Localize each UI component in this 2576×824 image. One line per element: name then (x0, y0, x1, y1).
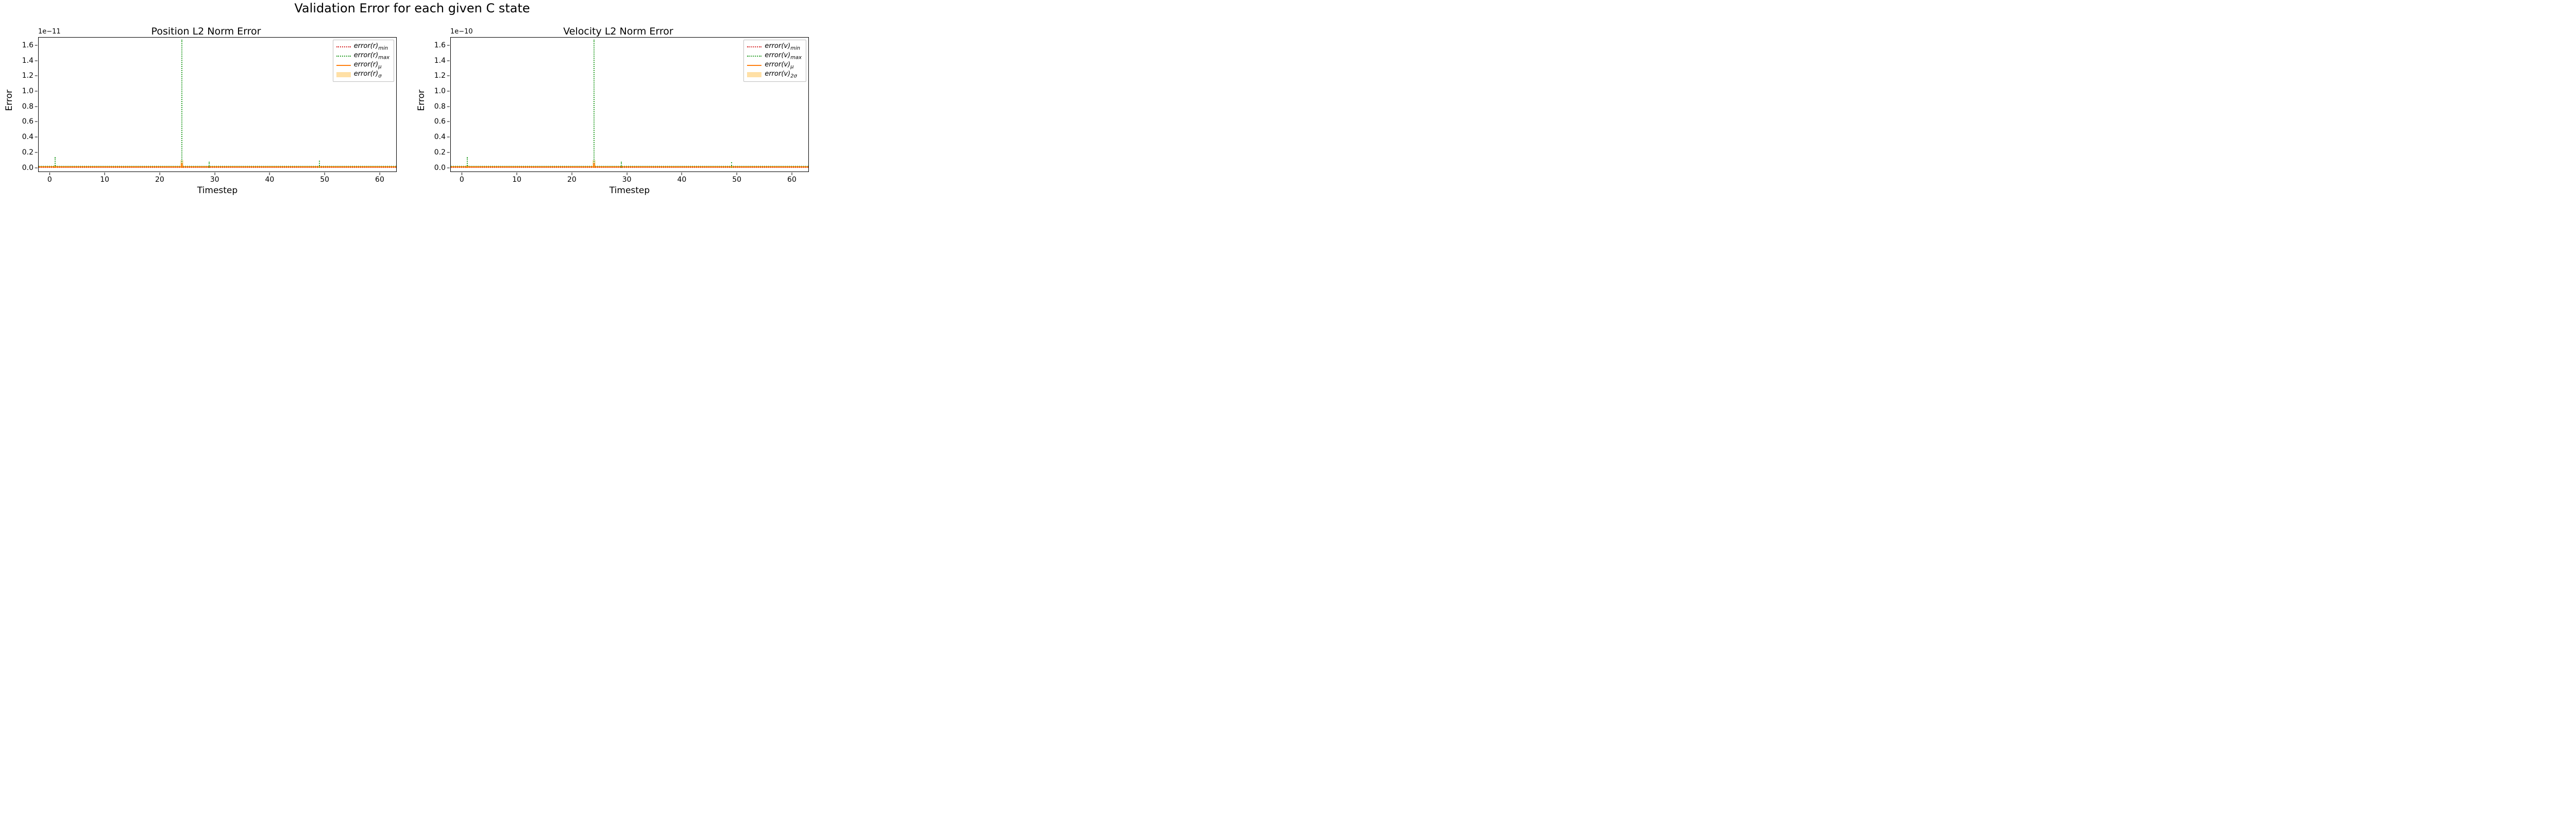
legend-label: error(r)σ (354, 70, 382, 79)
y-tick: 0.6 (434, 117, 446, 126)
x-tick: 30 (210, 176, 219, 184)
y-tick: 1.0 (434, 87, 446, 95)
y-tick: 1.2 (22, 72, 33, 80)
legend-label: error(v)min (765, 42, 800, 52)
y-axis-label: Error (4, 26, 14, 175)
x-tick: 10 (100, 176, 109, 184)
y-tick: 0.2 (434, 148, 446, 157)
legend-row: error(v)min (747, 42, 802, 52)
legend-swatch (747, 62, 761, 68)
mu-baseline (39, 166, 396, 167)
axes: 01020304050600.00.20.40.60.81.01.21.41.6… (38, 37, 397, 172)
legend: error(v)minerror(v)maxerror(v)μerror(v)2… (743, 40, 806, 82)
y-axis-label: Error (416, 26, 427, 175)
x-tick: 0 (460, 176, 464, 184)
legend-label: error(v)μ (765, 61, 793, 70)
legend-label: error(r)max (354, 52, 389, 61)
legend-row: error(r)σ (336, 70, 389, 79)
y-tick: 0.8 (22, 102, 33, 111)
x-tick: 30 (622, 176, 632, 184)
legend-row: error(v)μ (747, 61, 802, 70)
panel-title: Velocity L2 Norm Error (422, 26, 814, 37)
axes: 01020304050600.00.20.40.60.81.01.21.41.6… (450, 37, 809, 172)
legend-label: error(r)μ (354, 61, 382, 70)
x-tick: 0 (47, 176, 52, 184)
legend-row: error(v)max (747, 52, 802, 61)
y-tick: 0.4 (434, 133, 446, 141)
legend-swatch (336, 53, 351, 59)
x-axis-label: Timestep (450, 185, 809, 196)
y-tick: 0.8 (434, 102, 446, 111)
x-tick: 60 (787, 176, 796, 184)
y-tick: 1.4 (434, 57, 446, 65)
legend-label: error(r)min (354, 42, 388, 52)
figure: Validation Error for each given C state … (0, 0, 824, 206)
legend-row: error(v)2σ (747, 70, 802, 79)
y-tick: 1.0 (22, 87, 33, 95)
x-tick: 40 (265, 176, 275, 184)
mu-baseline (451, 166, 808, 167)
x-tick: 40 (677, 176, 687, 184)
panel-title: Position L2 Norm Error (10, 26, 402, 37)
x-tick: 50 (320, 176, 329, 184)
x-axis-label: Timestep (38, 185, 397, 196)
y-tick: 0.0 (434, 164, 446, 172)
legend-swatch (336, 72, 351, 78)
legend-swatch (336, 62, 351, 68)
x-tick: 20 (155, 176, 164, 184)
y-tick: 0.0 (22, 164, 33, 172)
y-tick: 1.6 (22, 41, 33, 49)
y-tick: 0.6 (22, 117, 33, 126)
panels-row: Error 1e−11 Position L2 Norm Error 01020… (0, 26, 824, 196)
legend-swatch (336, 44, 351, 50)
panel-velocity: Error 1e−10 Velocity L2 Norm Error 01020… (422, 26, 814, 196)
max-spike (181, 40, 182, 167)
panel-position: Error 1e−11 Position L2 Norm Error 01020… (10, 26, 402, 196)
x-tick: 50 (732, 176, 741, 184)
legend: error(r)minerror(r)maxerror(r)μerror(r)σ (333, 40, 394, 82)
legend-swatch (747, 72, 761, 78)
legend-label: error(v)max (765, 52, 802, 61)
legend-label: error(v)2σ (765, 70, 797, 79)
legend-swatch (747, 53, 761, 59)
x-tick: 10 (512, 176, 521, 184)
legend-swatch (747, 44, 761, 50)
y-tick: 1.6 (434, 41, 446, 49)
y-tick: 0.4 (22, 133, 33, 141)
x-tick: 20 (567, 176, 577, 184)
y-tick: 1.2 (434, 72, 446, 80)
legend-row: error(r)μ (336, 61, 389, 70)
legend-row: error(r)max (336, 52, 389, 61)
x-tick: 60 (375, 176, 384, 184)
legend-row: error(r)min (336, 42, 389, 52)
y-tick: 1.4 (22, 57, 33, 65)
figure-suptitle: Validation Error for each given C state (0, 1, 824, 15)
max-spike (594, 40, 595, 167)
y-tick: 0.2 (22, 148, 33, 157)
